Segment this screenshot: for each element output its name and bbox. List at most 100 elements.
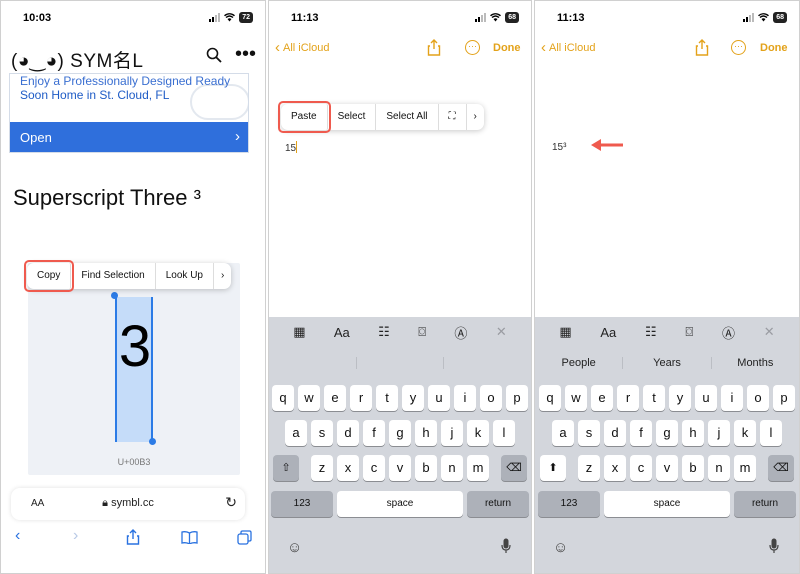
suggestion-people[interactable]: People (535, 357, 624, 369)
key-a[interactable]: a (552, 420, 574, 446)
key-z[interactable]: z (311, 455, 333, 481)
key-u[interactable]: u (695, 385, 717, 411)
key-n[interactable]: n (441, 455, 463, 481)
key-a[interactable]: a (285, 420, 307, 446)
more-icon[interactable]: ••• (235, 44, 256, 64)
suggestion-years[interactable]: Years (623, 357, 712, 369)
suggestion-empty-3[interactable] (444, 357, 531, 369)
key-o[interactable]: o (747, 385, 769, 411)
note-body[interactable]: 15³ (552, 142, 566, 153)
tabs-icon[interactable] (237, 530, 252, 545)
done-button[interactable]: Done (760, 42, 788, 54)
table-icon[interactable]: ▦ (559, 324, 571, 340)
key-p[interactable]: p (773, 385, 795, 411)
select-all-button[interactable]: Select All (376, 104, 439, 130)
key-m[interactable]: m (734, 455, 756, 481)
checklist-icon[interactable]: ☷ (645, 324, 657, 340)
select-button[interactable]: Select (328, 104, 377, 130)
back-icon[interactable]: ‹ (15, 527, 20, 545)
key-c[interactable]: c (363, 455, 385, 481)
key-s[interactable]: s (578, 420, 600, 446)
key-d[interactable]: d (337, 420, 359, 446)
format-icon[interactable]: Aa (600, 325, 616, 340)
key-v[interactable]: v (389, 455, 411, 481)
site-logo[interactable]: (◕‿◕) SYM名L (11, 46, 143, 73)
address-bar[interactable]: AA 🔒︎ symbl.cc ↻ (11, 488, 245, 520)
close-icon[interactable]: ✕ (496, 324, 507, 340)
suggestion-months[interactable]: Months (712, 357, 799, 369)
key-c[interactable]: c (630, 455, 652, 481)
forward-icon[interactable]: › (73, 527, 78, 545)
key-h[interactable]: h (415, 420, 437, 446)
key-g[interactable]: g (389, 420, 411, 446)
key-t[interactable]: t (376, 385, 398, 411)
emoji-icon[interactable]: ☺ (553, 539, 568, 556)
key-r[interactable]: r (617, 385, 639, 411)
share-icon[interactable] (427, 39, 441, 56)
key-z[interactable]: z (578, 455, 600, 481)
symbol-glyph[interactable]: 3 (114, 313, 156, 380)
numbers-key[interactable]: 123 (271, 491, 333, 517)
bookmarks-icon[interactable] (181, 531, 198, 544)
ad-banner[interactable]: Enjoy a Professionally Designed Ready So… (9, 73, 249, 153)
key-j[interactable]: j (441, 420, 463, 446)
delete-key[interactable]: ⌫ (768, 455, 794, 481)
note-body[interactable]: 15 (285, 141, 298, 154)
key-w[interactable]: w (565, 385, 587, 411)
key-b[interactable]: b (415, 455, 437, 481)
key-w[interactable]: w (298, 385, 320, 411)
key-e[interactable]: e (591, 385, 613, 411)
close-icon[interactable]: ✕ (764, 324, 775, 340)
scan-text-icon[interactable]: ⛶ (439, 104, 467, 130)
space-key[interactable]: space (604, 491, 730, 517)
key-q[interactable]: q (539, 385, 561, 411)
table-icon[interactable]: ▦ (293, 324, 305, 340)
more-icon[interactable]: ··· (731, 40, 746, 55)
share-icon[interactable] (126, 529, 140, 545)
return-key[interactable]: return (734, 491, 796, 517)
microphone-icon[interactable] (501, 538, 511, 554)
key-n[interactable]: n (708, 455, 730, 481)
suggestion-empty-1[interactable] (269, 357, 357, 369)
markup-icon[interactable]: Ⓐ (722, 323, 735, 342)
key-g[interactable]: g (656, 420, 678, 446)
key-y[interactable]: y (402, 385, 424, 411)
key-m[interactable]: m (467, 455, 489, 481)
numbers-key[interactable]: 123 (538, 491, 600, 517)
menu-next-button[interactable]: › (214, 263, 231, 289)
key-d[interactable]: d (604, 420, 626, 446)
key-k[interactable]: k (467, 420, 489, 446)
return-key[interactable]: return (467, 491, 529, 517)
key-i[interactable]: i (454, 385, 476, 411)
selection-end-handle[interactable] (149, 438, 156, 445)
reload-icon[interactable]: ↻ (225, 494, 237, 511)
copy-button[interactable]: Copy (23, 260, 75, 292)
key-y[interactable]: y (669, 385, 691, 411)
camera-icon[interactable]: ⌼ (685, 324, 693, 340)
format-icon[interactable]: Aa (334, 325, 350, 340)
suggestion-empty-2[interactable] (357, 357, 445, 369)
key-o[interactable]: o (480, 385, 502, 411)
key-r[interactable]: r (350, 385, 372, 411)
key-k[interactable]: k (734, 420, 756, 446)
camera-icon[interactable]: ⌼ (418, 324, 426, 340)
find-selection-button[interactable]: Find Selection (71, 263, 156, 289)
delete-key[interactable]: ⌫ (501, 455, 527, 481)
key-x[interactable]: x (337, 455, 359, 481)
key-u[interactable]: u (428, 385, 450, 411)
more-icon[interactable]: ··· (465, 40, 480, 55)
markup-icon[interactable]: Ⓐ (454, 323, 467, 342)
key-f[interactable]: f (630, 420, 652, 446)
search-icon[interactable] (206, 47, 222, 63)
ad-open-button[interactable]: Open › (10, 122, 248, 152)
key-f[interactable]: f (363, 420, 385, 446)
done-button[interactable]: Done (493, 42, 521, 54)
key-q[interactable]: q (272, 385, 294, 411)
url-field[interactable]: 🔒︎ symbl.cc (11, 497, 245, 510)
key-i[interactable]: i (721, 385, 743, 411)
key-b[interactable]: b (682, 455, 704, 481)
back-button[interactable]: ‹ All iCloud (275, 40, 329, 55)
look-up-button[interactable]: Look Up (156, 263, 214, 289)
selection-start-handle[interactable] (111, 292, 118, 299)
share-icon[interactable] (695, 39, 709, 56)
